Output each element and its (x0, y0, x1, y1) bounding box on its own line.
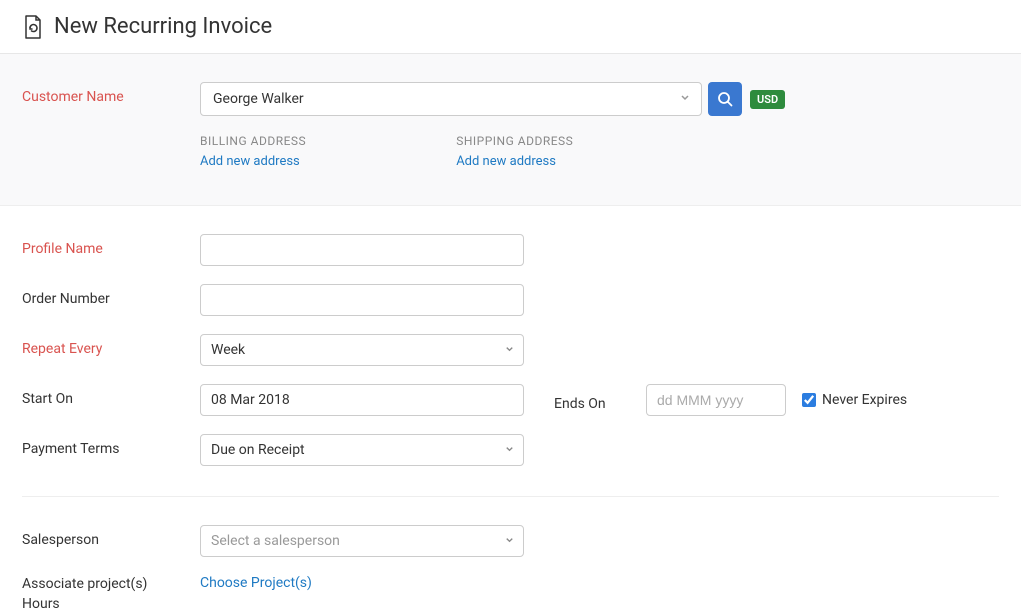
currency-badge: USD (750, 90, 785, 109)
address-row: BILLING ADDRESS Add new address SHIPPING… (200, 134, 999, 169)
profile-name-input[interactable] (200, 234, 524, 266)
chevron-down-icon (504, 442, 515, 458)
payment-terms-select[interactable]: Due on Receipt (200, 434, 524, 466)
profile-name-label: Profile Name (22, 234, 200, 257)
main-section: Profile Name Order Number Repeat Every W… (0, 206, 1021, 614)
recurring-invoice-icon (22, 15, 44, 39)
associate-projects-label: Associate project(s) Hours (22, 575, 200, 614)
customer-name-value: George Walker (213, 91, 304, 107)
never-expires-label: Never Expires (822, 392, 907, 408)
choose-projects-link[interactable]: Choose Project(s) (200, 575, 312, 591)
page-title: New Recurring Invoice (54, 14, 272, 39)
shipping-add-address-link[interactable]: Add new address (456, 154, 573, 169)
page-header: New Recurring Invoice (0, 0, 1021, 54)
billing-address-heading: BILLING ADDRESS (200, 134, 306, 148)
repeat-every-label: Repeat Every (22, 334, 200, 357)
never-expires-checkbox[interactable] (802, 393, 816, 407)
ends-on-label: Ends On (554, 389, 646, 412)
billing-add-address-link[interactable]: Add new address (200, 154, 306, 169)
start-on-label: Start On (22, 384, 200, 407)
chevron-down-icon (504, 342, 515, 358)
customer-name-label: Customer Name (22, 82, 200, 105)
salesperson-select[interactable]: Select a salesperson (200, 525, 524, 557)
customer-search-button[interactable] (708, 82, 742, 116)
order-number-input[interactable] (200, 284, 524, 316)
order-number-label: Order Number (22, 284, 200, 307)
shipping-address-heading: SHIPPING ADDRESS (456, 134, 573, 148)
payment-terms-label: Payment Terms (22, 434, 200, 457)
customer-name-select[interactable]: George Walker (200, 82, 702, 116)
billing-address-column: BILLING ADDRESS Add new address (200, 134, 306, 169)
salesperson-label: Salesperson (22, 525, 200, 548)
section-divider (22, 496, 999, 497)
never-expires-wrapper[interactable]: Never Expires (802, 392, 907, 408)
shipping-address-column: SHIPPING ADDRESS Add new address (456, 134, 573, 169)
ends-on-input[interactable] (646, 384, 786, 416)
salesperson-placeholder: Select a salesperson (211, 533, 340, 549)
repeat-every-value: Week (211, 342, 245, 358)
repeat-every-select[interactable]: Week (200, 334, 524, 366)
start-on-input[interactable] (200, 384, 524, 416)
chevron-down-icon (679, 91, 691, 107)
payment-terms-value: Due on Receipt (211, 442, 305, 458)
chevron-down-icon (504, 533, 515, 549)
customer-section: Customer Name George Walker USD BILLING … (0, 54, 1021, 206)
search-icon (717, 91, 733, 107)
